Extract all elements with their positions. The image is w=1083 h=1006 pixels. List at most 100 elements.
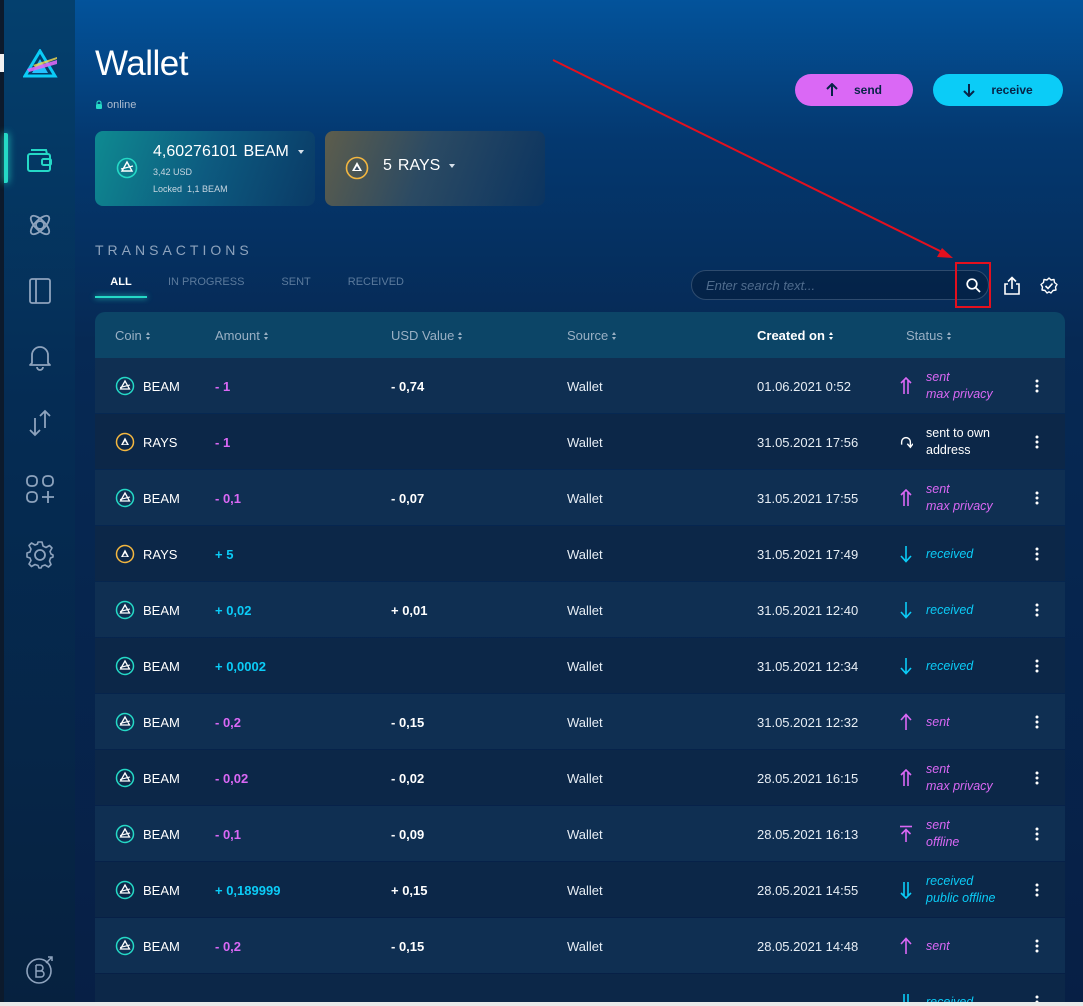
table-row[interactable]: BEAM - 0,02 - 0,02 Wallet 28.05.2021 16:15 se… [95,750,1065,805]
search-field[interactable] [691,270,989,300]
coin-cell: RAYS [115,544,177,564]
table-row[interactable]: BEAM + 0,02 + 0,01 Wallet 31.05.2021 12:40 re… [95,582,1065,637]
coin-name: BEAM [143,938,180,954]
coin-name: BEAM [143,602,180,618]
tab-sent[interactable]: SENT [281,276,310,296]
column-status-label: Status [906,328,943,343]
sidebar-item-dapps[interactable] [25,210,55,240]
table-row[interactable]: BEAM + 0,189999 + 0,15 Wallet 28.05.2021 14:… [95,862,1065,917]
connection-status: online [95,99,136,111]
more-options-button[interactable] [1025,600,1049,620]
beam-coin-icon [115,376,135,396]
table-row[interactable]: BEAM - 0,2 - 0,15 Wallet 28.05.2021 14:48 sen… [95,918,1065,973]
more-vertical-icon [1035,883,1039,897]
more-vertical-icon [1035,379,1039,393]
column-usd-value[interactable]: USD Value [391,328,463,343]
status-cell: sent max privacy [926,369,993,403]
sidebar-item-wallet[interactable] [25,145,55,175]
beam-unit: BEAM [243,143,289,160]
table-row[interactable]: RAYS - 1 Wallet 31.05.2021 17:56 sent to own… [95,414,1065,469]
column-coin[interactable]: Coin [115,328,151,343]
sidebar-item-apps[interactable] [25,474,55,504]
created-on-cell: 01.06.2021 0:52 [757,379,851,394]
column-source[interactable]: Source [567,328,617,343]
usd-value-cell: - 0,74 [391,379,425,394]
external-link-icon [26,956,53,984]
locked-value: 1,1 BEAM [187,184,228,194]
status-label: received [926,547,974,561]
sidebar-item-notifications[interactable] [25,342,55,372]
beam-logo-icon [23,48,59,80]
more-options-button[interactable] [1025,880,1049,900]
more-options-button[interactable] [1025,488,1049,508]
status-detail: public offline [926,891,996,905]
status-cell: received [926,602,973,619]
column-usd-label: USD Value [391,328,455,343]
verified-check-icon [1040,277,1058,294]
tab-in-progress[interactable]: IN PROGRESS [168,276,244,296]
amount-cell: + 0,02 [215,603,252,618]
chevron-down-icon[interactable] [297,150,304,154]
table-row[interactable]: BEAM - 0,1 - 0,09 Wallet 28.05.2021 16:13 sen… [95,806,1065,861]
more-options-button[interactable] [1025,936,1049,956]
source-cell: Wallet [567,379,603,394]
beam-coin-icon [115,656,135,676]
rays-coin-icon [115,544,135,564]
amount-cell: + 0,0002 [215,659,266,674]
tab-received[interactable]: RECEIVED [348,276,404,296]
sidebar-item-address-book[interactable] [25,276,55,306]
more-options-button[interactable] [1025,432,1049,452]
chevron-down-icon[interactable] [449,164,456,168]
column-status[interactable]: Status [906,328,952,343]
more-vertical-icon [1035,603,1039,617]
column-created-on[interactable]: Created on [757,328,834,343]
table-row[interactable]: BEAM - 0,1 - 0,07 Wallet 31.05.2021 17:55 sen… [95,470,1065,525]
more-options-button[interactable] [1025,656,1049,676]
export-button[interactable] [1001,275,1023,297]
search-button[interactable] [955,262,991,308]
sidebar-item-atomic-swap[interactable] [25,408,55,438]
coin-name: BEAM [143,658,180,674]
sidebar-item-settings[interactable] [25,540,55,570]
more-options-button[interactable] [1025,544,1049,564]
arrow-up-icon [826,83,838,96]
usd-value-cell: + 0,01 [391,603,428,618]
more-vertical-icon [1035,939,1039,953]
table-row[interactable]: BEAM + 0,0002 Wallet 31.05.2021 12:34 receiv… [95,638,1065,693]
locked-label: Locked [153,184,183,194]
tab-all[interactable]: ALL [95,276,147,298]
status-label: sent [926,939,950,953]
coin-name: RAYS [143,434,178,450]
status-cell: sent max privacy [926,761,993,795]
status-detail: offline [926,835,960,849]
atom-icon [29,214,51,236]
proof-verification-button[interactable] [1038,275,1060,297]
transactions-title: TRANSACTIONS [95,242,253,258]
send-button[interactable]: send [795,74,913,106]
more-options-button[interactable] [1025,824,1049,844]
table-row[interactable]: BEAM - 0,2 - 0,15 Wallet 31.05.2021 12:32 sen… [95,694,1065,749]
column-amount[interactable]: Amount [215,328,269,343]
more-options-button[interactable] [1025,376,1049,396]
sidebar-item-beam-explorer[interactable] [25,955,55,985]
beam-coin-icon [116,157,138,179]
created-on-cell: 28.05.2021 14:55 [757,883,859,898]
amount-cell: + 0,189999 [215,883,281,898]
beam-amount: 4,60276101 [153,143,238,160]
receive-button[interactable]: receive [933,74,1063,106]
sort-icon [828,331,834,340]
table-row[interactable]: BEAM - 1 - 0,74 Wallet 01.06.2021 0:52 sent ma… [95,358,1065,413]
created-on-cell: 31.05.2021 12:40 [757,603,859,618]
search-input[interactable] [706,278,946,293]
source-cell: Wallet [567,547,603,562]
asset-card-beam[interactable]: 4,60276101 BEAM 3,42 USD Locked 1,1 BEAM [95,131,315,206]
status-cell: sent to own address [926,425,990,459]
table-row[interactable]: RAYS + 5 Wallet 31.05.2021 17:49 received [95,526,1065,581]
address-book-icon [29,278,51,304]
more-options-button[interactable] [1025,712,1049,732]
arrow-down-double-icon [899,881,913,899]
beam-usd-value: 3,42 USD [153,167,193,177]
more-options-button[interactable] [1025,768,1049,788]
coin-cell: BEAM [115,488,180,508]
asset-card-rays[interactable]: 5 RAYS [325,131,545,206]
